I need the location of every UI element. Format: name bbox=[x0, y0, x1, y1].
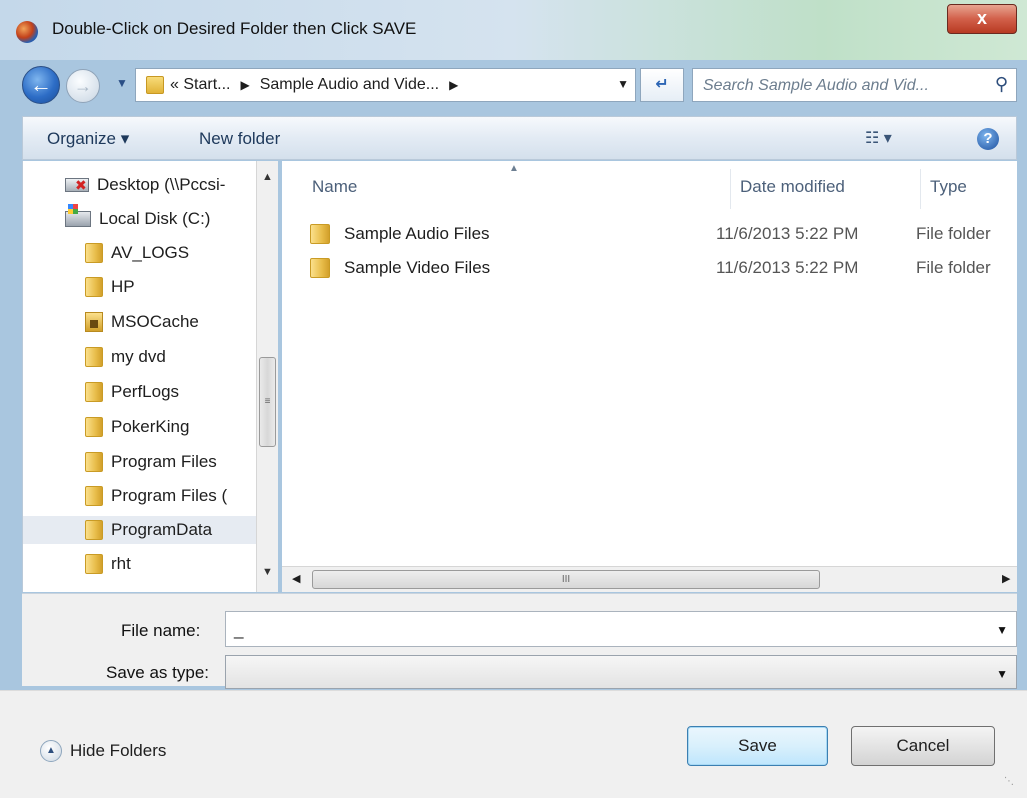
tree-item-label: PokerKing bbox=[111, 417, 190, 436]
file-row[interactable]: Sample Audio Files 11/6/2013 5:22 PM Fil… bbox=[310, 219, 1017, 249]
column-header-date-modified[interactable]: Date modified bbox=[740, 177, 845, 197]
back-arrow-icon[interactable]: ← bbox=[22, 66, 60, 104]
save-button[interactable]: Save bbox=[687, 726, 828, 766]
tree-item-perflogs[interactable]: PerfLogs bbox=[85, 378, 275, 406]
recent-pages-dropdown[interactable]: ▼ bbox=[116, 76, 128, 90]
tree-item-label: Program Files ( bbox=[111, 486, 228, 505]
tree-item-desktop[interactable]: Desktop (\\Pccsi- bbox=[65, 171, 275, 199]
tree-item-program-files[interactable]: Program Files bbox=[85, 448, 275, 476]
folder-icon bbox=[85, 382, 103, 402]
tree-item-program-files-x86[interactable]: Program Files ( bbox=[85, 482, 275, 510]
tree-item-rht[interactable]: rht bbox=[85, 550, 275, 578]
breadcrumb-start[interactable]: « Start... bbox=[170, 76, 230, 94]
save-as-type-select[interactable]: ▼ bbox=[225, 655, 1017, 689]
close-button[interactable]: x bbox=[947, 4, 1017, 34]
file-date-modified: 11/6/2013 5:22 PM bbox=[716, 258, 859, 277]
scroll-left-icon[interactable]: ◀ bbox=[292, 572, 300, 585]
folder-icon bbox=[85, 243, 103, 263]
folder-icon bbox=[85, 347, 103, 367]
column-header-name[interactable]: Name bbox=[312, 177, 357, 197]
tree-item-msocache[interactable]: MSOCache bbox=[85, 308, 275, 336]
breadcrumb-sample-audio-video[interactable]: Sample Audio and Vide... bbox=[260, 76, 439, 94]
tree-item-label: Desktop (\\Pccsi- bbox=[97, 175, 226, 194]
scroll-down-icon[interactable]: ▼ bbox=[262, 566, 273, 578]
tree-item-label: ProgramData bbox=[111, 520, 213, 539]
sort-ascending-icon: ▲ bbox=[509, 163, 519, 174]
organize-menu-button[interactable]: Organize ▾ bbox=[47, 129, 129, 149]
file-row[interactable]: Sample Video Files 11/6/2013 5:22 PM Fil… bbox=[310, 253, 1017, 283]
tree-item-label: Local Disk (C:) bbox=[99, 209, 211, 228]
forward-arrow-icon[interactable]: → bbox=[66, 69, 100, 103]
refresh-button[interactable]: ↵ bbox=[640, 68, 684, 102]
tree-vertical-scrollbar[interactable]: ▲ ≡ ▼ bbox=[256, 161, 278, 592]
navigation-pane: Desktop (\\Pccsi- Local Disk (C:) AV_LOG… bbox=[22, 161, 278, 592]
column-divider[interactable] bbox=[920, 169, 921, 209]
folder-icon bbox=[146, 76, 164, 94]
chevron-down-icon[interactable]: ▼ bbox=[996, 667, 1008, 681]
scroll-right-icon[interactable]: ▶ bbox=[1002, 572, 1010, 585]
tree-item-local-disk[interactable]: Local Disk (C:) bbox=[65, 204, 275, 233]
tree-item-label: Program Files bbox=[111, 452, 217, 471]
tree-item-label: rht bbox=[111, 554, 131, 573]
search-icon[interactable]: ⚲ bbox=[995, 74, 1008, 95]
help-icon[interactable]: ? bbox=[977, 128, 999, 150]
collapse-up-icon: ▲ bbox=[40, 740, 62, 762]
scrollbar-thumb[interactable]: ≡ bbox=[259, 357, 276, 447]
breadcrumb-separator-icon[interactable]: ▶ bbox=[240, 78, 249, 92]
file-date-modified: 11/6/2013 5:22 PM bbox=[716, 224, 859, 243]
tree-item-label: HP bbox=[111, 277, 135, 296]
resize-grip-icon[interactable]: ⋱ bbox=[1004, 776, 1014, 787]
hide-folders-label: Hide Folders bbox=[70, 741, 167, 760]
network-drive-icon bbox=[65, 177, 89, 194]
file-name-value: _ bbox=[234, 620, 244, 639]
file-name: Sample Video Files bbox=[344, 258, 491, 277]
scrollbar-thumb[interactable]: III bbox=[312, 570, 820, 589]
file-type: File folder bbox=[916, 224, 991, 243]
folder-icon bbox=[85, 486, 103, 506]
tree-item-my-dvd[interactable]: my dvd bbox=[85, 343, 275, 371]
address-dropdown-icon[interactable]: ▼ bbox=[617, 77, 629, 91]
folder-icon bbox=[85, 554, 103, 574]
file-name: Sample Audio Files bbox=[344, 224, 490, 243]
tree-item-av-logs[interactable]: AV_LOGS bbox=[85, 239, 275, 267]
search-placeholder: Search Sample Audio and Vid... bbox=[703, 77, 929, 94]
locked-folder-icon bbox=[85, 312, 103, 332]
address-bar[interactable]: « Start... ▶ Sample Audio and Vide... ▶ … bbox=[135, 68, 636, 102]
command-toolbar: Organize ▾ New folder ☷ ▾ ? bbox=[22, 116, 1017, 160]
window-title: Double-Click on Desired Folder then Clic… bbox=[52, 19, 417, 38]
tree-item-label: MSOCache bbox=[111, 312, 199, 331]
tree-item-label: my dvd bbox=[111, 347, 166, 366]
folder-icon bbox=[310, 224, 330, 244]
scroll-up-icon[interactable]: ▲ bbox=[262, 171, 273, 183]
file-name-field[interactable]: _ ▼ bbox=[225, 611, 1017, 647]
save-as-type-label: Save as type: bbox=[106, 663, 210, 682]
tree-item-label: PerfLogs bbox=[111, 382, 180, 401]
hide-folders-button[interactable]: ▲ Hide Folders bbox=[40, 740, 166, 762]
chevron-down-icon[interactable]: ▼ bbox=[996, 623, 1008, 637]
cancel-button[interactable]: Cancel bbox=[851, 726, 995, 766]
new-folder-button[interactable]: New folder bbox=[199, 129, 280, 149]
tree-item-label: AV_LOGS bbox=[111, 243, 190, 262]
folder-icon bbox=[85, 520, 103, 540]
column-divider[interactable] bbox=[730, 169, 731, 209]
tree-item-hp[interactable]: HP bbox=[85, 273, 275, 301]
column-header-type[interactable]: Type bbox=[930, 177, 967, 197]
file-list-pane: ▲ Name Date modified Type Sample Audio F… bbox=[282, 161, 1017, 566]
app-icon bbox=[16, 21, 38, 43]
local-disk-icon bbox=[65, 204, 91, 227]
change-view-button[interactable]: ☷ ▾ bbox=[865, 128, 892, 148]
title-bar: Double-Click on Desired Folder then Clic… bbox=[0, 0, 1027, 60]
folder-icon bbox=[85, 452, 103, 472]
file-name-label: File name: bbox=[121, 621, 201, 640]
folder-icon bbox=[310, 258, 330, 278]
folder-icon bbox=[85, 417, 103, 437]
file-type: File folder bbox=[916, 258, 991, 277]
breadcrumb-separator-icon[interactable]: ▶ bbox=[449, 78, 458, 92]
folder-icon bbox=[85, 277, 103, 297]
tree-item-pokerking[interactable]: PokerKing bbox=[85, 413, 275, 441]
file-list-horizontal-scrollbar[interactable]: ◀ III ▶ bbox=[282, 566, 1017, 592]
search-input[interactable]: Search Sample Audio and Vid... ⚲ bbox=[692, 68, 1017, 102]
tree-item-programdata[interactable]: ProgramData bbox=[23, 516, 257, 544]
